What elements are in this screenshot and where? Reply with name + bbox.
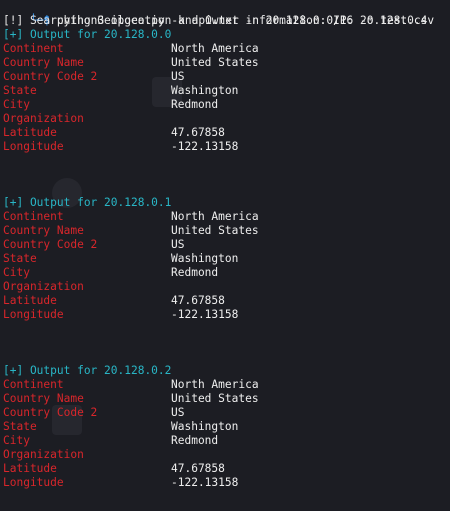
field-key: Longitude (3, 476, 64, 489)
field-key: Latitude (3, 126, 57, 139)
field-key: Longitude (3, 308, 64, 321)
field-value: Redmond (171, 266, 219, 279)
field-key: City (3, 98, 30, 111)
output-row: Continent North America (0, 378, 450, 392)
field-value: -122.13158 (171, 140, 239, 153)
output-header: [+] Output for 20.128.0.1 (3, 196, 172, 209)
field-value: North America (171, 42, 259, 55)
output-header: [+] Output for 20.128.0.2 (3, 364, 172, 377)
field-value: 47.67858 (171, 294, 225, 307)
field-value: Washington (171, 84, 239, 97)
output-row: Country Code 2 US (0, 238, 450, 252)
output-row: Country Name United States (0, 392, 450, 406)
field-key: State (3, 84, 37, 97)
field-value: United States (171, 56, 259, 69)
field-key: Latitude (3, 462, 57, 475)
status-line: [!] Searching Geolocation and Owner info… (3, 14, 428, 27)
output-row: State Washington (0, 84, 450, 98)
field-key: Organization (3, 280, 84, 293)
output-row: Continent North America (0, 42, 450, 56)
output-row: Country Name United States (0, 224, 450, 238)
field-key: Country Code 2 (3, 70, 98, 83)
field-value: Redmond (171, 98, 219, 111)
field-key: Longitude (3, 140, 64, 153)
field-key: State (3, 420, 37, 433)
output-row: Organization (0, 280, 450, 294)
output-row: City Redmond (0, 434, 450, 448)
field-value: US (171, 70, 185, 83)
field-key: Continent (3, 378, 64, 391)
output-row: Longitude -122.13158 (0, 308, 450, 322)
output-row: Continent North America (0, 210, 450, 224)
output-row: Organization (0, 448, 450, 462)
output-row: City Redmond (0, 266, 450, 280)
output-row: State Washington (0, 252, 450, 266)
field-value: United States (171, 224, 259, 237)
field-value: -122.13158 (171, 476, 239, 489)
field-key: City (3, 266, 30, 279)
output-row: Organization (0, 112, 450, 126)
terminal-window[interactable]: └─$ python3 ipgeo.py -k api.txt -n 20.12… (0, 0, 450, 511)
field-value: -122.13158 (171, 308, 239, 321)
field-value: United States (171, 392, 259, 405)
output-row: State Washington (0, 420, 450, 434)
output-row: Latitude 47.67858 (0, 462, 450, 476)
field-key: Country Name (3, 56, 84, 69)
field-value: Washington (171, 420, 239, 433)
field-key: Organization (3, 448, 84, 461)
output-header: [+] Output for 20.128.0.0 (3, 28, 172, 41)
output-row: Country Code 2 US (0, 70, 450, 84)
output-row: Latitude 47.67858 (0, 126, 450, 140)
field-key: Country Code 2 (3, 406, 98, 419)
field-value: North America (171, 210, 259, 223)
field-key: Continent (3, 42, 64, 55)
field-key: Country Code 2 (3, 238, 98, 251)
field-value: 47.67858 (171, 462, 225, 475)
field-key: City (3, 434, 30, 447)
output-row: City Redmond (0, 98, 450, 112)
field-key: Country Name (3, 224, 84, 237)
field-value: Washington (171, 252, 239, 265)
field-key: Country Name (3, 392, 84, 405)
field-key: Latitude (3, 294, 57, 307)
field-key: Organization (3, 112, 84, 125)
output-row: Longitude -122.13158 (0, 476, 450, 490)
field-key: Continent (3, 210, 64, 223)
command-line: └─$ python3 ipgeo.py -k api.txt -n 20.12… (3, 0, 434, 27)
field-value: US (171, 406, 185, 419)
output-row: Longitude -122.13158 (0, 140, 450, 154)
output-row: Latitude 47.67858 (0, 294, 450, 308)
field-value: North America (171, 378, 259, 391)
field-value: Redmond (171, 434, 219, 447)
output-row: Country Code 2 US (0, 406, 450, 420)
output-row: Country Name United States (0, 56, 450, 70)
field-value: 47.67858 (171, 126, 225, 139)
field-value: US (171, 238, 185, 251)
field-key: State (3, 252, 37, 265)
